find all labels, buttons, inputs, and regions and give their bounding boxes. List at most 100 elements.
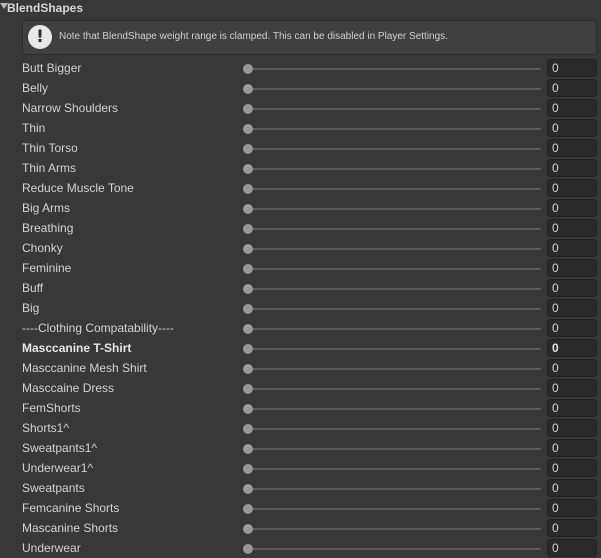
slider-thumb[interactable] xyxy=(243,424,253,434)
slider-track[interactable] xyxy=(248,188,541,190)
slider-track[interactable] xyxy=(248,108,541,110)
blendshape-value-field[interactable]: 0 xyxy=(547,79,597,97)
slider-thumb[interactable] xyxy=(243,184,253,194)
slider-track[interactable] xyxy=(248,408,541,410)
blendshape-weight-slider[interactable] xyxy=(243,60,541,76)
slider-thumb[interactable] xyxy=(243,204,253,214)
blendshape-weight-slider[interactable] xyxy=(243,80,541,96)
slider-track[interactable] xyxy=(248,68,541,70)
slider-track[interactable] xyxy=(248,88,541,90)
slider-thumb[interactable] xyxy=(243,484,253,494)
slider-thumb[interactable] xyxy=(243,504,253,514)
blendshape-value-field[interactable]: 0 xyxy=(547,279,597,297)
blendshape-weight-slider[interactable] xyxy=(243,340,541,356)
blendshape-weight-slider[interactable] xyxy=(243,380,541,396)
slider-track[interactable] xyxy=(248,388,541,390)
slider-thumb[interactable] xyxy=(243,164,253,174)
blendshape-value-field[interactable]: 0 xyxy=(547,59,597,77)
blendshape-value-field[interactable]: 0 xyxy=(547,259,597,277)
slider-track[interactable] xyxy=(248,148,541,150)
blendshape-weight-slider[interactable] xyxy=(243,400,541,416)
blendshape-weight-slider[interactable] xyxy=(243,180,541,196)
slider-track[interactable] xyxy=(248,528,541,530)
blendshape-value-field[interactable]: 0 xyxy=(547,99,597,117)
blendshape-value-field[interactable]: 0 xyxy=(547,139,597,157)
blendshape-weight-slider[interactable] xyxy=(243,200,541,216)
blendshape-weight-slider[interactable] xyxy=(243,220,541,236)
slider-thumb[interactable] xyxy=(243,84,253,94)
slider-thumb[interactable] xyxy=(243,364,253,374)
blendshape-value-field[interactable]: 0 xyxy=(547,299,597,317)
blendshape-weight-slider[interactable] xyxy=(243,320,541,336)
slider-track[interactable] xyxy=(248,248,541,250)
blendshape-weight-slider[interactable] xyxy=(243,160,541,176)
blendshape-value-field[interactable]: 0 xyxy=(547,199,597,217)
slider-track[interactable] xyxy=(248,308,541,310)
slider-track[interactable] xyxy=(248,348,541,350)
slider-thumb[interactable] xyxy=(243,384,253,394)
slider-thumb[interactable] xyxy=(243,124,253,134)
slider-thumb[interactable] xyxy=(243,304,253,314)
slider-thumb[interactable] xyxy=(243,404,253,414)
slider-thumb[interactable] xyxy=(243,144,253,154)
slider-thumb[interactable] xyxy=(243,464,253,474)
slider-thumb[interactable] xyxy=(243,64,253,74)
slider-track[interactable] xyxy=(248,268,541,270)
blendshape-weight-slider[interactable] xyxy=(243,260,541,276)
blendshape-value-field[interactable]: 0 xyxy=(547,359,597,377)
slider-track[interactable] xyxy=(248,428,541,430)
slider-track[interactable] xyxy=(248,228,541,230)
slider-track[interactable] xyxy=(248,368,541,370)
blendshape-weight-slider[interactable] xyxy=(243,440,541,456)
slider-track[interactable] xyxy=(248,168,541,170)
blendshape-value-field[interactable]: 0 xyxy=(547,479,597,497)
slider-thumb[interactable] xyxy=(243,544,253,554)
blendshape-weight-slider[interactable] xyxy=(243,360,541,376)
blendshape-weight-slider[interactable] xyxy=(243,280,541,296)
blendshape-weight-slider[interactable] xyxy=(243,300,541,316)
slider-track[interactable] xyxy=(248,488,541,490)
blendshape-weight-slider[interactable] xyxy=(243,420,541,436)
slider-track[interactable] xyxy=(248,448,541,450)
blendshape-value-field[interactable]: 0 xyxy=(547,179,597,197)
slider-thumb[interactable] xyxy=(243,104,253,114)
slider-thumb[interactable] xyxy=(243,284,253,294)
blendshape-weight-slider[interactable] xyxy=(243,100,541,116)
blendshape-value-field[interactable]: 0 xyxy=(547,239,597,257)
blendshapes-foldout-header[interactable]: BlendShapes xyxy=(0,0,601,16)
blendshape-weight-slider[interactable] xyxy=(243,140,541,156)
slider-track[interactable] xyxy=(248,208,541,210)
blendshape-weight-slider[interactable] xyxy=(243,500,541,516)
blendshape-value-field[interactable]: 0 xyxy=(547,219,597,237)
blendshape-value-field[interactable]: 0 xyxy=(547,439,597,457)
blendshape-value-field[interactable]: 0 xyxy=(547,339,597,357)
slider-track[interactable] xyxy=(248,128,541,130)
blendshape-value-field[interactable]: 0 xyxy=(547,119,597,137)
blendshape-weight-slider[interactable] xyxy=(243,540,541,556)
slider-thumb[interactable] xyxy=(243,444,253,454)
blendshape-value-field[interactable]: 0 xyxy=(547,319,597,337)
slider-track[interactable] xyxy=(248,328,541,330)
slider-thumb[interactable] xyxy=(243,524,253,534)
blendshape-value-field[interactable]: 0 xyxy=(547,399,597,417)
blendshape-weight-slider[interactable] xyxy=(243,240,541,256)
slider-thumb[interactable] xyxy=(243,324,253,334)
slider-thumb[interactable] xyxy=(243,344,253,354)
blendshape-weight-slider[interactable] xyxy=(243,480,541,496)
blendshape-value-field[interactable]: 0 xyxy=(547,159,597,177)
blendshape-value-field[interactable]: 0 xyxy=(547,519,597,537)
blendshape-weight-slider[interactable] xyxy=(243,460,541,476)
blendshape-weight-slider[interactable] xyxy=(243,520,541,536)
blendshape-value-field[interactable]: 0 xyxy=(547,459,597,477)
slider-track[interactable] xyxy=(248,468,541,470)
slider-track[interactable] xyxy=(248,548,541,550)
slider-thumb[interactable] xyxy=(243,224,253,234)
slider-track[interactable] xyxy=(248,508,541,510)
blendshape-value-field[interactable]: 0 xyxy=(547,539,597,557)
blendshape-value-field[interactable]: 0 xyxy=(547,499,597,517)
blendshape-value-field[interactable]: 0 xyxy=(547,419,597,437)
slider-track[interactable] xyxy=(248,288,541,290)
slider-thumb[interactable] xyxy=(243,244,253,254)
blendshape-weight-slider[interactable] xyxy=(243,120,541,136)
blendshape-value-field[interactable]: 0 xyxy=(547,379,597,397)
